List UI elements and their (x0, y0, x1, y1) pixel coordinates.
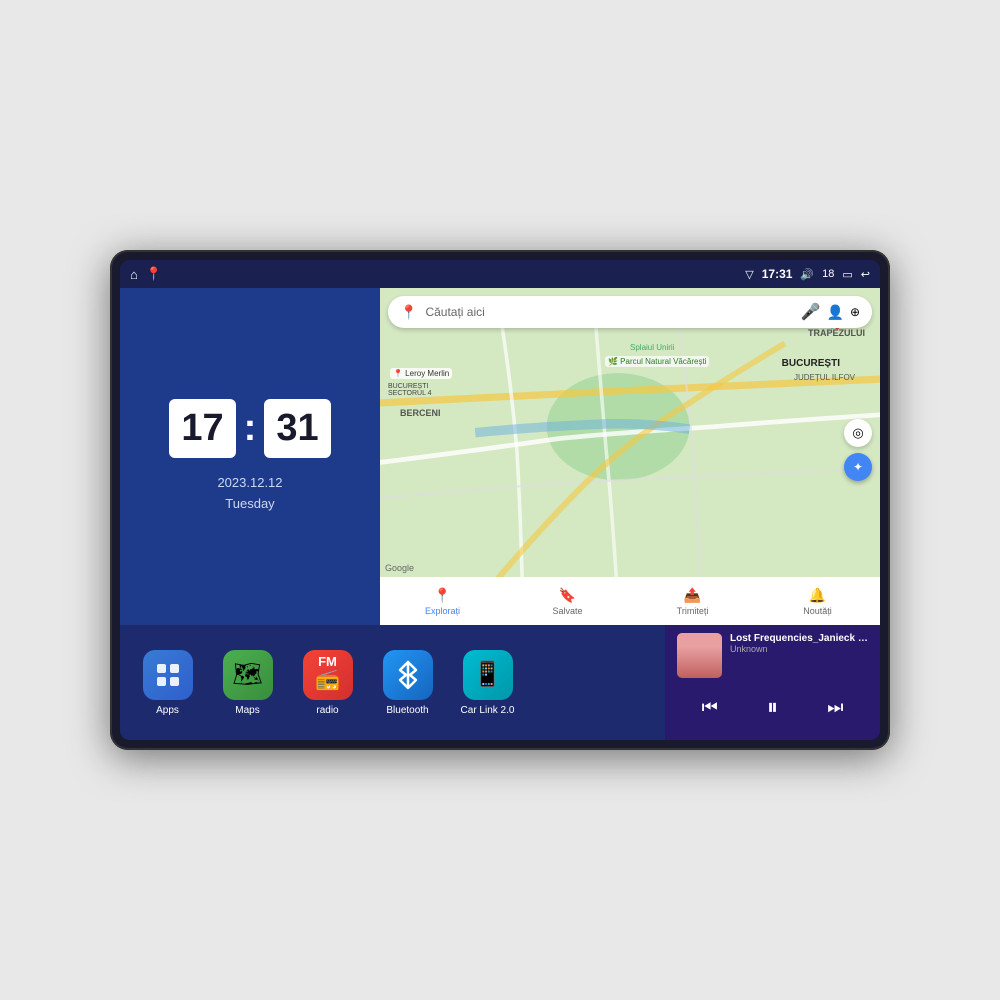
layers-icon[interactable]: ⊕ (850, 305, 860, 319)
bluetooth-icon-img (383, 650, 433, 700)
music-thumbnail (677, 633, 722, 678)
clock-minute: 31 (264, 399, 330, 458)
map-nav-explore[interactable]: 📍 Explorați (380, 587, 505, 616)
clock-widget: 17 : 31 2023.12.12 Tuesday (120, 288, 380, 625)
clock-separator: : (244, 399, 257, 458)
maps-emoji: 🗺 (232, 660, 262, 689)
bluetooth-label: Bluetooth (386, 705, 428, 716)
home-icon[interactable]: ⌂ (130, 267, 138, 282)
map-nav-saved[interactable]: 🔖 Salvate (505, 587, 630, 616)
music-text: Lost Frequencies_Janieck Devy-... Unknow… (730, 633, 868, 654)
apps-panel: Apps 🗺 Maps FM 📻 radio (120, 625, 665, 740)
explore-label: Explorați (425, 606, 460, 616)
map-roads-svg (380, 288, 880, 625)
signal-icon: ▽ (745, 268, 753, 281)
explore-icon: 📍 (434, 587, 451, 604)
car-display-device: ⌂ 📍 ▽ 17:31 🔊 18 ▭ ↩ 17 : (110, 250, 890, 750)
apps-label: Apps (156, 705, 179, 716)
clock-display: 17 : 31 (169, 399, 330, 458)
maps-label: Maps (235, 705, 259, 716)
music-prev-button[interactable]: ⏮ (694, 693, 726, 722)
news-label: Noutăți (803, 606, 832, 616)
music-next-button[interactable]: ⏭ (819, 693, 851, 722)
crosshair-icon: ◎ (852, 425, 863, 441)
send-icon: 📤 (684, 587, 701, 604)
map-search-actions: 🎤 👤 ⊕ (801, 302, 860, 322)
apps-grid-icon (154, 661, 182, 689)
music-info: Lost Frequencies_Janieck Devy-... Unknow… (677, 633, 868, 678)
map-bottom-nav: 📍 Explorați 🔖 Salvate 📤 Trimiteți � (380, 577, 880, 625)
apps-icon-img (143, 650, 193, 700)
battery-level: 18 (822, 268, 834, 280)
volume-icon: 🔊 (800, 268, 814, 281)
maps-logo-icon: 📍 (400, 304, 417, 321)
map-widget[interactable]: UZANA TRAPEZULUI BUCUREȘTI JUDEȚUL ILFOV… (380, 288, 880, 625)
carlink-label: Car Link 2.0 (461, 705, 515, 716)
map-location-button[interactable]: ◎ (844, 419, 872, 447)
main-area: 17 : 31 2023.12.12 Tuesday (120, 288, 880, 740)
radio-label: radio (316, 705, 338, 716)
back-icon[interactable]: ↩ (861, 268, 870, 281)
radio-emoji: 📻 (315, 667, 340, 692)
map-search-bar[interactable]: 📍 Căutați aici 🎤 👤 ⊕ (388, 296, 872, 328)
music-controls: ⏮ ⏸ ⏭ (677, 690, 868, 724)
map-compass-button[interactable]: ✦ (844, 453, 872, 481)
music-panel: Lost Frequencies_Janieck Devy-... Unknow… (665, 625, 880, 740)
status-bar-right: ▽ 17:31 🔊 18 ▭ ↩ (745, 267, 870, 281)
saved-label: Salvate (552, 606, 582, 616)
app-icon-radio[interactable]: FM 📻 radio (295, 650, 360, 716)
location-icon[interactable]: 📍 (146, 266, 162, 282)
carlink-icon-img: 📱 (463, 650, 513, 700)
voice-search-icon[interactable]: 🎤 (801, 302, 821, 322)
battery-icon: ▭ (842, 268, 852, 281)
clock-hour: 17 (169, 399, 235, 458)
app-icon-bluetooth[interactable]: Bluetooth (375, 650, 440, 716)
album-art (677, 633, 722, 678)
map-search-placeholder[interactable]: Căutați aici (425, 305, 792, 319)
maps-icon-img: 🗺 (223, 650, 273, 700)
compass-icon: ✦ (853, 460, 863, 474)
app-icon-apps[interactable]: Apps (135, 650, 200, 716)
status-bar: ⌂ 📍 ▽ 17:31 🔊 18 ▭ ↩ (120, 260, 880, 288)
news-icon: 🔔 (809, 587, 826, 604)
carlink-emoji: 📱 (473, 660, 503, 689)
device-screen: ⌂ 📍 ▽ 17:31 🔊 18 ▭ ↩ 17 : (120, 260, 880, 740)
app-icon-maps[interactable]: 🗺 Maps (215, 650, 280, 716)
clock-date: 2023.12.12 Tuesday (217, 473, 282, 515)
time-display: 17:31 (762, 267, 793, 281)
map-nav-send[interactable]: 📤 Trimiteți (630, 587, 755, 616)
music-artist: Unknown (730, 644, 868, 654)
bottom-section: Apps 🗺 Maps FM 📻 radio (120, 625, 880, 740)
app-icon-carlink[interactable]: 📱 Car Link 2.0 (455, 650, 520, 716)
date-string: 2023.12.12 (217, 473, 282, 494)
day-string: Tuesday (217, 494, 282, 515)
account-icon[interactable]: 👤 (827, 304, 844, 321)
music-title: Lost Frequencies_Janieck Devy-... (730, 633, 868, 644)
top-section: 17 : 31 2023.12.12 Tuesday (120, 288, 880, 625)
saved-icon: 🔖 (559, 587, 576, 604)
map-nav-news[interactable]: 🔔 Noutăți (755, 587, 880, 616)
music-play-button[interactable]: ⏸ (759, 690, 786, 724)
bluetooth-symbol-icon (396, 660, 420, 690)
radio-icon-img: FM 📻 (303, 650, 353, 700)
fm-badge: FM (318, 654, 337, 669)
status-bar-left: ⌂ 📍 (130, 266, 162, 282)
send-label: Trimiteți (677, 606, 709, 616)
